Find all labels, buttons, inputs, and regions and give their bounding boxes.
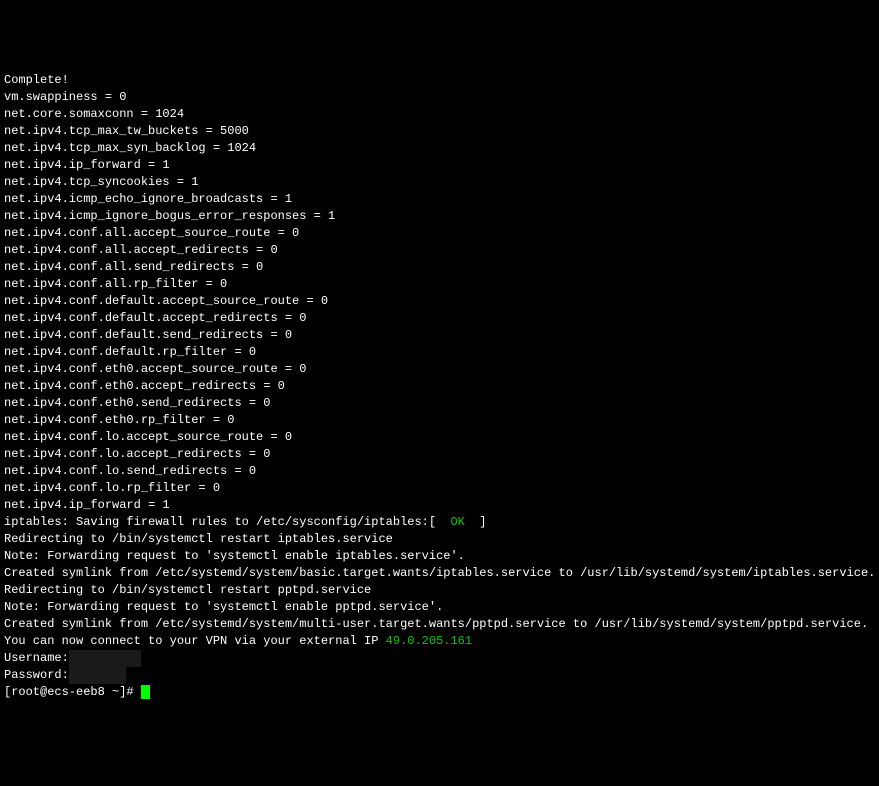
terminal-line: net.ipv4.conf.lo.accept_redirects = 0 [4,446,879,463]
terminal-line: net.ipv4.conf.all.send_redirects = 0 [4,259,879,276]
terminal-line: Note: Forwarding request to 'systemctl e… [4,548,879,565]
iptables-suffix: ] [465,515,487,529]
terminal-line: net.ipv4.conf.lo.send_redirects = 0 [4,463,879,480]
vpn-prefix: You can now connect to your VPN via your… [4,634,386,648]
cursor-icon [141,685,150,699]
terminal-line: net.ipv4.conf.eth0.rp_filter = 0 [4,412,879,429]
terminal-line: net.ipv4.tcp_syncookies = 1 [4,174,879,191]
terminal-line: net.core.somaxconn = 1024 [4,106,879,123]
terminal-line: net.ipv4.conf.default.accept_redirects =… [4,310,879,327]
terminal-line: Created symlink from /etc/systemd/system… [4,565,879,582]
redacted-username: ██████████ [69,650,141,667]
terminal-line: Created symlink from /etc/systemd/system… [4,616,879,633]
terminal-line: net.ipv4.conf.lo.rp_filter = 0 [4,480,879,497]
terminal-line: net.ipv4.icmp_echo_ignore_broadcasts = 1 [4,191,879,208]
terminal-line: net.ipv4.conf.all.accept_source_route = … [4,225,879,242]
terminal-line: Redirecting to /bin/systemctl restart ip… [4,531,879,548]
redacted-password: ████████ [69,667,127,684]
terminal-line: net.ipv4.conf.eth0.accept_redirects = 0 [4,378,879,395]
terminal-line: net.ipv4.conf.default.accept_source_rout… [4,293,879,310]
terminal-line: net.ipv4.ip_forward = 1 [4,157,879,174]
terminal-line: Note: Forwarding request to 'systemctl e… [4,599,879,616]
terminal-line: net.ipv4.conf.all.rp_filter = 0 [4,276,879,293]
external-ip: 49.0.205.161 [386,634,472,648]
terminal-output[interactable]: Complete!vm.swappiness = 0net.core.somax… [4,72,879,701]
shell-prompt: [root@ecs-eeb8 ~]# [4,685,134,699]
terminal-line: vm.swappiness = 0 [4,89,879,106]
terminal-line: net.ipv4.conf.default.send_redirects = 0 [4,327,879,344]
password-label: Password: [4,668,69,682]
password-line: Password:████████ [4,667,879,684]
terminal-line: net.ipv4.conf.eth0.accept_source_route =… [4,361,879,378]
terminal-line: net.ipv4.tcp_max_syn_backlog = 1024 [4,140,879,157]
terminal-line: net.ipv4.conf.lo.accept_source_route = 0 [4,429,879,446]
username-label: Username: [4,651,69,665]
username-line: Username:██████████ [4,650,879,667]
terminal-line: net.ipv4.tcp_max_tw_buckets = 5000 [4,123,879,140]
terminal-line: net.ipv4.conf.all.accept_redirects = 0 [4,242,879,259]
terminal-line: Redirecting to /bin/systemctl restart pp… [4,582,879,599]
iptables-prefix: iptables: Saving firewall rules to /etc/… [4,515,450,529]
terminal-line: net.ipv4.ip_forward = 1 [4,497,879,514]
shell-prompt-line[interactable]: [root@ecs-eeb8 ~]# [4,684,879,701]
ok-status: OK [450,515,464,529]
terminal-line: net.ipv4.icmp_ignore_bogus_error_respons… [4,208,879,225]
iptables-status-line: iptables: Saving firewall rules to /etc/… [4,514,879,531]
terminal-line: net.ipv4.conf.eth0.send_redirects = 0 [4,395,879,412]
vpn-info-line: You can now connect to your VPN via your… [4,633,879,650]
terminal-line: Complete! [4,72,879,89]
terminal-line: net.ipv4.conf.default.rp_filter = 0 [4,344,879,361]
